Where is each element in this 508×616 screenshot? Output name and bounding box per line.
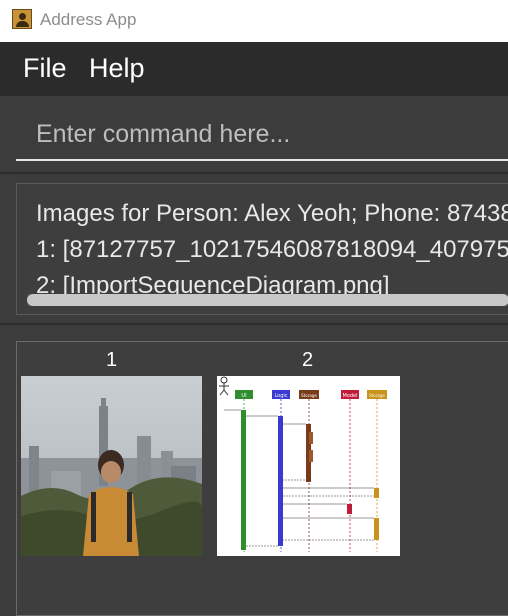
- command-input[interactable]: Enter command here...: [16, 109, 508, 161]
- result-line-2: 1: [87127757_1021754608781809­4_40797588…: [36, 236, 508, 263]
- diagram-label-ui: UI: [241, 393, 246, 399]
- diagram-label-model: Model: [342, 393, 357, 399]
- image-index-2: 2: [302, 349, 314, 371]
- menu-bar: File Help: [0, 42, 508, 95]
- sequence-diagram-image[interactable]: UI Logic Storage Model Storage: [217, 376, 400, 556]
- menu-file[interactable]: File: [23, 53, 67, 84]
- title-bar: Address App: [0, 0, 508, 42]
- image-index-1: 1: [106, 349, 118, 371]
- image-list: 1 2 UI Logic Storage Model Storage: [16, 341, 508, 616]
- diagram-label-parser: Storage: [301, 393, 317, 398]
- result-display[interactable]: Images for Person: Alex Yeoh; Phone: 874…: [16, 183, 508, 315]
- result-line-1: Images for Person: Alex Yeoh; Phone: 874…: [36, 200, 508, 227]
- command-box-pane: Enter command here...: [0, 95, 508, 173]
- command-placeholder: Enter command here...: [36, 120, 291, 148]
- horizontal-scrollbar[interactable]: [27, 294, 508, 306]
- address-book-icon: [12, 9, 32, 29]
- result-display-pane: Images for Person: Alex Yeoh; Phone: 874…: [0, 172, 508, 324]
- menu-help[interactable]: Help: [89, 53, 145, 84]
- diagram-label-storage: Storage: [369, 393, 385, 398]
- window-title: Address App: [40, 10, 137, 29]
- diagram-label-logic: Logic: [274, 393, 287, 399]
- person-photo-image[interactable]: [21, 376, 202, 556]
- image-list-pane: 1 2 UI Logic Storage Model Storage: [0, 323, 508, 616]
- scrollbar-thumb[interactable]: [27, 294, 508, 306]
